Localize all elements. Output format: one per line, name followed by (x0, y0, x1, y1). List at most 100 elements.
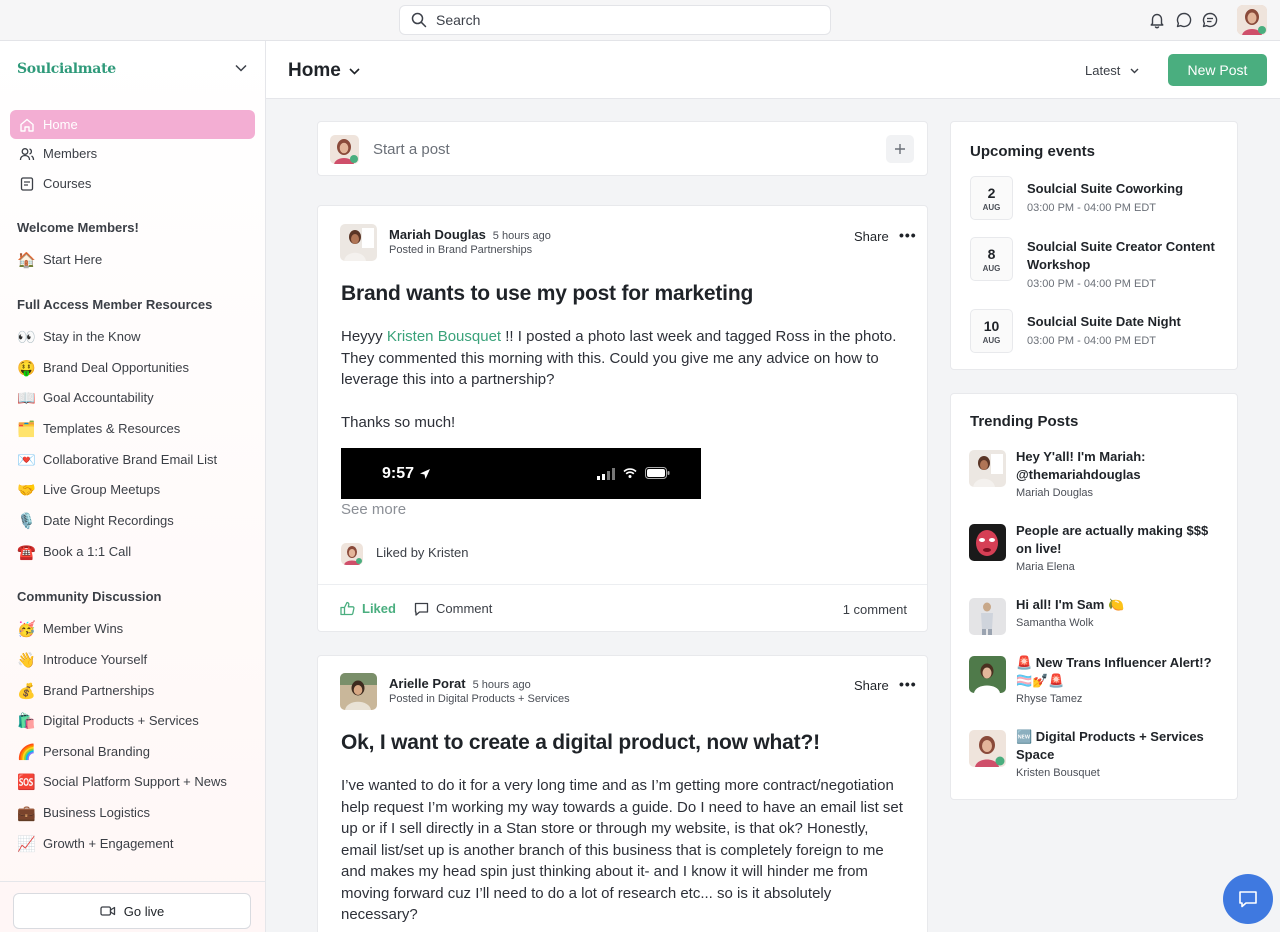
sidebar-item-book-a-call[interactable]: ☎️ Book a 1:1 Call (10, 537, 255, 566)
share-button[interactable]: Share (854, 229, 889, 244)
video-camera-icon (100, 906, 115, 916)
signal-icon (597, 468, 615, 480)
event-title[interactable]: Soulcial Suite Date Night (1027, 313, 1222, 331)
post-title[interactable]: Ok, I want to create a digital product, … (341, 731, 820, 755)
sidebar-item-label: Start Here (43, 252, 103, 267)
sidebar-item-brand-deal-opportunities[interactable]: 🤑 Brand Deal Opportunities (10, 353, 255, 382)
upcoming-events-card: Upcoming events 2 AUG Soulcial Suite Cow… (950, 121, 1238, 370)
search-placeholder: Search (436, 12, 481, 28)
chat-bubble-icon[interactable] (1175, 11, 1193, 29)
go-live-button[interactable]: Go live (13, 893, 251, 929)
post-image[interactable]: 9:57 (341, 448, 701, 499)
sidebar-item-start-here[interactable]: 🏠 Start Here (10, 245, 255, 274)
mention-link[interactable]: Kristen Bousquet (387, 328, 501, 345)
brand-logo[interactable]: Soulcialmate (17, 61, 116, 77)
event-time: 03:00 PM - 04:00 PM EDT (1027, 278, 1156, 290)
like-label: Liked (362, 601, 396, 616)
post-category[interactable]: Posted in Digital Products + Services (389, 693, 570, 705)
avatar[interactable] (969, 598, 1006, 635)
sidebar-item-business-logistics[interactable]: 💼 Business Logistics (10, 798, 255, 827)
sidebar-item-templates-resources[interactable]: 🗂️ Templates & Resources (10, 414, 255, 443)
event-month: AUG (982, 336, 1001, 345)
event-title[interactable]: Soulcial Suite Coworking (1027, 180, 1222, 198)
search-bar[interactable]: Search (399, 5, 831, 35)
post-actions: Liked Comment 1 comment (318, 584, 927, 632)
sidebar-item-introduce-yourself[interactable]: 👋 Introduce Yourself (10, 645, 255, 674)
new-post-button[interactable]: New Post (1168, 54, 1267, 86)
liked-by-text[interactable]: Liked by Kristen (376, 545, 469, 560)
chevron-down-icon[interactable] (235, 64, 247, 72)
share-button[interactable]: Share (854, 678, 889, 693)
sidebar-item-date-night-recordings[interactable]: 🎙️ Date Night Recordings (10, 506, 255, 535)
trending-post-title[interactable]: People are actually making $$$ on live! (1016, 522, 1221, 558)
sidebar-item-stay-in-the-know[interactable]: 👀 Stay in the Know (10, 322, 255, 351)
avatar[interactable] (340, 224, 377, 261)
avatar (330, 135, 359, 164)
more-icon[interactable]: ••• (899, 227, 917, 243)
add-button[interactable] (886, 135, 914, 163)
messages-icon[interactable] (1201, 11, 1219, 29)
sidebar-item-collaborative-brand-email-list[interactable]: 💌 Collaborative Brand Email List (10, 445, 255, 474)
sidebar-item-growth-engagement[interactable]: 📈 Growth + Engagement (10, 829, 255, 858)
event-title[interactable]: Soulcial Suite Creator Content Workshop (1027, 238, 1222, 274)
post-title[interactable]: Brand wants to use my post for marketing (341, 282, 753, 306)
sidebar-item-personal-branding[interactable]: 🌈 Personal Branding (10, 737, 255, 766)
user-avatar[interactable] (1237, 5, 1267, 35)
sidebar-item-social-platform-support[interactable]: 🆘 Social Platform Support + News (10, 767, 255, 796)
comment-button[interactable]: Comment (414, 601, 492, 616)
emoji-icon: 🤑 (17, 359, 36, 377)
comment-count[interactable]: 1 comment (843, 602, 907, 617)
events-heading: Upcoming events (970, 143, 1096, 160)
avatar[interactable] (969, 450, 1006, 487)
avatar[interactable] (969, 656, 1006, 693)
see-more-link[interactable]: See more (341, 501, 406, 518)
sidebar-item-label: Date Night Recordings (43, 513, 174, 528)
sort-dropdown[interactable]: Latest (1085, 63, 1139, 78)
post-body-text: Thanks so much! (341, 414, 456, 431)
page-title-dropdown[interactable]: Home (288, 60, 360, 82)
event-day: 2 (987, 185, 996, 201)
post-body: I’ve wanted to do it for a very long tim… (341, 777, 903, 923)
post-author[interactable]: Mariah Douglas (389, 227, 486, 242)
like-button[interactable]: Liked (340, 601, 396, 616)
sidebar-item-brand-partnerships[interactable]: 💰 Brand Partnerships (10, 676, 255, 705)
avatar[interactable] (969, 524, 1006, 561)
trending-posts-card: Trending Posts Hey Y'all! I'm Mariah: @t… (950, 393, 1238, 800)
trending-post-author[interactable]: Mariah Douglas (1016, 487, 1093, 499)
sidebar-item-goal-accountability[interactable]: 📖 Goal Accountability (10, 383, 255, 412)
avatar[interactable] (969, 730, 1006, 767)
start-post-card[interactable]: Start a post (317, 121, 928, 176)
trending-post-author[interactable]: Kristen Bousquet (1016, 767, 1100, 779)
trending-post-author[interactable]: Rhyse Tamez (1016, 693, 1082, 705)
sidebar-item-home[interactable]: Home (10, 110, 255, 139)
post-category[interactable]: Posted in Brand Partnerships (389, 244, 532, 256)
sidebar-item-live-group-meetups[interactable]: 🤝 Live Group Meetups (10, 475, 255, 504)
post-body: Heyyy Kristen Bousquet !! I posted a pho… (341, 326, 906, 391)
event-date: 8 AUG (970, 237, 1013, 281)
emoji-icon: 💰 (17, 682, 36, 700)
sidebar-item-digital-products-services[interactable]: 🛍️ Digital Products + Services (10, 706, 255, 735)
sidebar-item-courses[interactable]: Courses (10, 169, 255, 198)
sidebar-item-member-wins[interactable]: 🥳 Member Wins (10, 614, 255, 643)
trending-post-title[interactable]: Hey Y'all! I'm Mariah: @themariahdouglas (1016, 448, 1221, 484)
trending-post-title[interactable]: 🚨 New Trans Influencer Alert!? 🏳️‍⚧️💅🚨 (1016, 654, 1221, 690)
post-body-text: Heyyy (341, 328, 387, 345)
trending-post-title[interactable]: Hi all! I'm Sam 🍋 (1016, 596, 1221, 614)
section-heading: Community Discussion (17, 589, 162, 604)
sidebar-item-label: Courses (43, 176, 92, 191)
chat-icon (1239, 891, 1257, 908)
bell-icon[interactable] (1148, 11, 1166, 29)
search-icon (411, 12, 427, 28)
trending-post-title[interactable]: 🆕 Digital Products + Services Space (1016, 728, 1221, 764)
sidebar: Soulcialmate Home Members Courses Welcom… (0, 41, 266, 932)
trending-post-author[interactable]: Samantha Wolk (1016, 617, 1093, 629)
phone-time: 9:57 (382, 465, 415, 482)
sidebar-item-members[interactable]: Members (10, 139, 255, 168)
avatar[interactable] (340, 673, 377, 710)
post-author[interactable]: Arielle Porat (389, 676, 466, 691)
more-icon[interactable]: ••• (899, 676, 917, 692)
emoji-icon: 📈 (17, 835, 36, 853)
support-chat-button[interactable] (1223, 874, 1273, 924)
event-month: AUG (982, 264, 1001, 273)
trending-post-author[interactable]: Maria Elena (1016, 561, 1075, 573)
